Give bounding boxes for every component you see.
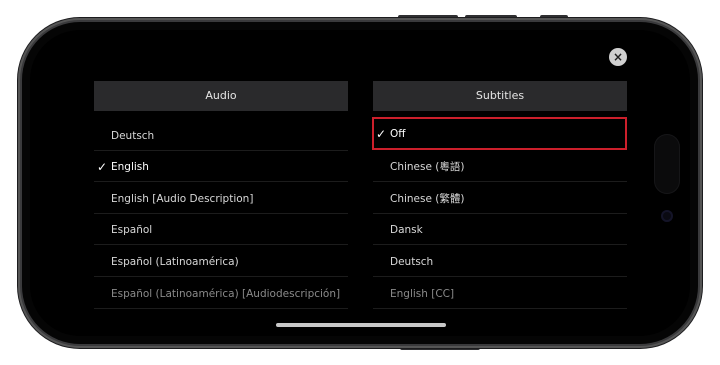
audio-item-deutsch[interactable]: Deutsch <box>94 121 348 151</box>
audio-item-english-audio-description[interactable]: English [Audio Description] <box>94 184 348 214</box>
audio-item-english[interactable]: ✓ English <box>94 152 348 182</box>
audio-item-espanol-latinoamerica-audiodescripcion[interactable]: Español (Latinoamérica) [Audiodescripció… <box>94 279 348 309</box>
subtitles-header-label: Subtitles <box>475 89 525 102</box>
audio-item-label: Español (Latinoamérica) <box>111 256 239 268</box>
subtitles-item-chinese-cantonese[interactable]: Chinese (粵語) <box>373 152 627 182</box>
checkmark-icon: ✓ <box>97 160 108 174</box>
audio-item-espanol[interactable]: Español <box>94 215 348 245</box>
audio-item-label: Español <box>111 224 153 236</box>
audio-item-espanol-latinoamerica[interactable]: Español (Latinoamérica) <box>94 247 348 277</box>
audio-header: Audio <box>94 81 348 111</box>
audio-item-label: Español (Latinoamérica) [Audiodescripció… <box>111 288 341 300</box>
audio-item-label: Deutsch <box>111 130 155 142</box>
subtitles-item-dansk[interactable]: Dansk <box>373 215 627 245</box>
subtitles-item-label: Chinese (繁體) <box>390 193 465 205</box>
audio-header-label: Audio <box>205 89 237 102</box>
selection-highlight <box>372 117 627 150</box>
camera-icon <box>661 210 673 222</box>
subtitles-header: Subtitles <box>373 81 627 111</box>
audio-item-label: English <box>111 161 149 173</box>
dynamic-island <box>654 134 680 194</box>
audio-item-label: English [Audio Description] <box>111 193 254 205</box>
subtitles-item-deutsch[interactable]: Deutsch <box>373 247 627 277</box>
subtitles-item-label: Deutsch <box>390 256 434 268</box>
close-button[interactable]: × <box>609 48 627 66</box>
subtitles-item-english-cc[interactable]: English [CC] <box>373 279 627 309</box>
subtitles-item-label: Chinese (粵語) <box>390 161 465 173</box>
subtitles-item-label: English [CC] <box>390 288 455 300</box>
subtitles-item-chinese-traditional[interactable]: Chinese (繁體) <box>373 184 627 214</box>
home-indicator[interactable] <box>276 323 446 327</box>
close-icon: × <box>612 50 624 64</box>
subtitles-item-label: Dansk <box>390 224 423 236</box>
